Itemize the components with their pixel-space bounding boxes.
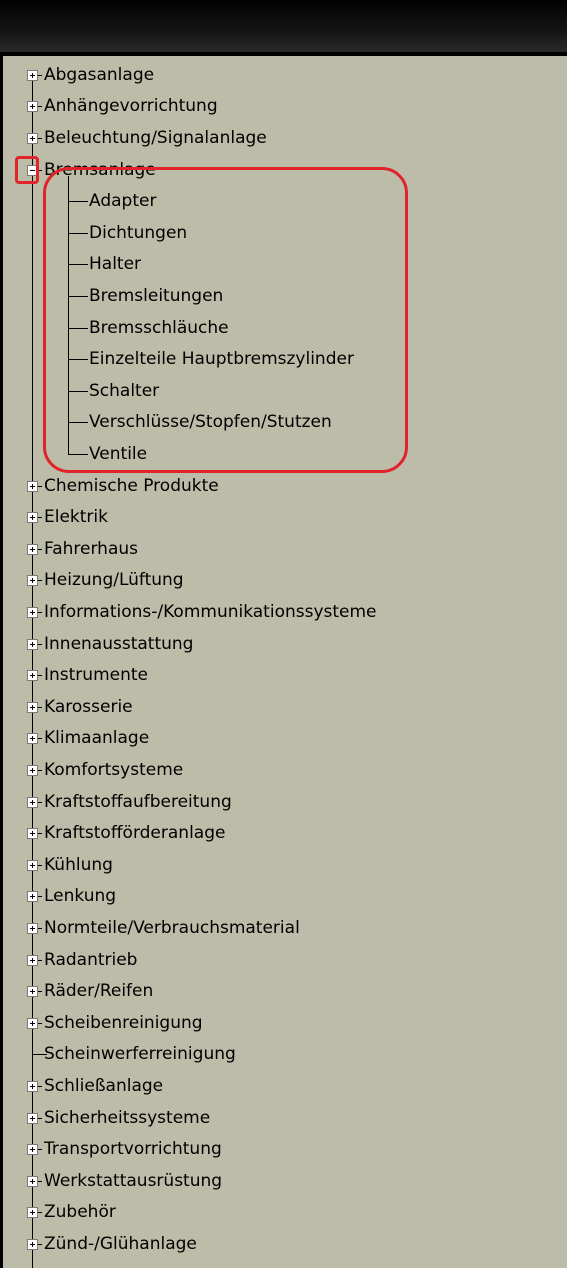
- tree-item-label: Instrumente: [44, 665, 148, 686]
- expand-plus-icon[interactable]: [27, 764, 38, 776]
- tree-item-lenkung[interactable]: Lenkung: [0, 881, 560, 913]
- tree-item-label: Schließanlage: [44, 1075, 164, 1096]
- tree-item-scheibenreinigung[interactable]: Scheibenreinigung: [0, 1007, 560, 1039]
- tree-item-instrumente[interactable]: Instrumente: [0, 659, 560, 691]
- expand-plus-icon[interactable]: [27, 891, 38, 903]
- tree-item-werkstattausrüstung[interactable]: Werkstattausrüstung: [0, 1165, 560, 1197]
- tree-item-label: Heizung/Lüftung: [44, 570, 184, 591]
- tree-item-label: Kühlung: [44, 854, 113, 875]
- expand-plus-icon[interactable]: [27, 69, 38, 81]
- tree-item-label: Innenausstattung: [44, 633, 194, 654]
- tree-item-komfortsysteme[interactable]: Komfortsysteme: [0, 754, 560, 786]
- tree-item-transportvorrichtung[interactable]: Transportvorrichtung: [0, 1133, 560, 1165]
- tree-item-label: Beleuchtung/Signalanlage: [44, 127, 267, 148]
- tree-item-label: Räder/Reifen: [44, 981, 154, 1002]
- tree-item-label: Scheibenreinigung: [44, 1012, 203, 1033]
- tree-item-label: Lenkung: [44, 886, 117, 907]
- tree-item-label: Abgasanlage: [44, 64, 155, 85]
- tree-item-chemische-produkte[interactable]: Chemische Produkte: [0, 470, 560, 502]
- tree-item-kühlung[interactable]: Kühlung: [0, 849, 560, 881]
- tree-item-informations-kommunikationssysteme[interactable]: Informations-/Kommunikationssysteme: [0, 596, 560, 628]
- tree-item-fahrerhaus[interactable]: Fahrerhaus: [0, 533, 560, 565]
- tree-pane: Abgasanlage Anhängevorrichtung Beleuchtung…: [0, 52, 567, 1268]
- tree-item-räder-reifen[interactable]: Räder/Reifen: [0, 975, 560, 1007]
- expand-plus-icon[interactable]: [27, 828, 38, 840]
- tree-item-label: Transportvorrichtung: [44, 1139, 222, 1160]
- expand-plus-icon[interactable]: [27, 1112, 38, 1124]
- tree-item-innenausstattung[interactable]: Innenausstattung: [0, 628, 560, 660]
- tree-window: Abgasanlage Anhängevorrichtung Beleuchtung…: [0, 0, 567, 1268]
- expand-plus-icon[interactable]: [27, 670, 38, 682]
- expand-plus-icon[interactable]: [27, 132, 38, 144]
- tree-item-klimaanlage[interactable]: Klimaanlage: [0, 723, 560, 755]
- tree-item-schließanlage[interactable]: Schließanlage: [0, 1070, 560, 1102]
- tree-item-normteile-verbrauchsmaterial[interactable]: Normteile/Verbrauchsmaterial: [0, 912, 560, 944]
- tree-item-heizung-lüftung[interactable]: Heizung/Lüftung: [0, 565, 560, 597]
- tree-item-label: Scheinwerferreinigung: [44, 1044, 236, 1065]
- expand-plus-icon[interactable]: [27, 733, 38, 745]
- expand-plus-icon[interactable]: [27, 1207, 38, 1219]
- tree-item-kraftstoffaufbereitung[interactable]: Kraftstoffaufbereitung: [0, 786, 560, 818]
- expand-plus-icon[interactable]: [27, 922, 38, 934]
- tree-item-label: Radantrieb: [44, 949, 138, 970]
- tree-item-label: Elektrik: [44, 507, 108, 528]
- tree-item-zünd-glühanlage[interactable]: Zünd-/Glühanlage: [0, 1228, 560, 1260]
- tree-item-label: Zünd-/Glühanlage: [44, 1233, 197, 1254]
- expand-plus-icon[interactable]: [27, 512, 38, 524]
- expand-plus-icon[interactable]: [27, 606, 38, 618]
- tree-item-abgasanlage[interactable]: Abgasanlage: [0, 59, 560, 91]
- expand-plus-icon[interactable]: [27, 859, 38, 871]
- tree-item-label: Kraftstofförderanlage: [44, 823, 226, 844]
- expand-plus-icon[interactable]: [27, 1238, 38, 1250]
- tree-item-radantrieb[interactable]: Radantrieb: [0, 944, 560, 976]
- expand-plus-icon[interactable]: [27, 1144, 38, 1156]
- expand-plus-icon[interactable]: [27, 575, 38, 587]
- tree-item-label: Informations-/Kommunikationssysteme: [44, 601, 377, 622]
- tree-item-elektrik[interactable]: Elektrik: [0, 501, 560, 533]
- expand-plus-icon[interactable]: [27, 954, 38, 966]
- tree-item-label: Zubehör: [44, 1202, 116, 1223]
- title-bar: [0, 0, 567, 52]
- expand-plus-icon[interactable]: [27, 101, 38, 113]
- tree-item-zubehör[interactable]: Zubehör: [0, 1197, 560, 1229]
- tree-item-karosserie[interactable]: Karosserie: [0, 691, 560, 723]
- tree-item-label: Fahrerhaus: [44, 538, 138, 559]
- tree-item-label: Kraftstoffaufbereitung: [44, 791, 232, 812]
- tree-item-label: Chemische Produkte: [44, 475, 219, 496]
- expand-plus-icon[interactable]: [27, 796, 38, 808]
- expand-plus-icon[interactable]: [27, 638, 38, 650]
- expander-highlight-box: [15, 156, 39, 184]
- expand-plus-icon[interactable]: [27, 480, 38, 492]
- expand-plus-icon[interactable]: [27, 1175, 38, 1187]
- expand-plus-icon[interactable]: [27, 1017, 38, 1029]
- tree-item-label: Klimaanlage: [44, 728, 150, 749]
- children-highlight-box: [43, 167, 408, 473]
- tree-item-anhängevorrichtung[interactable]: Anhängevorrichtung: [0, 91, 560, 123]
- tree-item-scheinwerferreinigung[interactable]: Scheinwerferreinigung: [0, 1039, 560, 1071]
- tree-item-label: Karosserie: [44, 696, 133, 717]
- tree-item-sicherheitssysteme[interactable]: Sicherheitssysteme: [0, 1102, 560, 1134]
- tree-item-label: Anhängevorrichtung: [44, 96, 218, 117]
- tree-item-label: Sicherheitssysteme: [44, 1107, 211, 1128]
- tree-item-label: Normteile/Verbrauchsmaterial: [44, 917, 300, 938]
- tree-item-beleuchtung-signalanlage[interactable]: Beleuchtung/Signalanlage: [0, 122, 560, 154]
- tree-item-kraftstofförderanlage[interactable]: Kraftstofförderanlage: [0, 817, 560, 849]
- expand-plus-icon[interactable]: [27, 543, 38, 555]
- expand-plus-icon[interactable]: [27, 986, 38, 998]
- expand-plus-icon[interactable]: [27, 1080, 38, 1092]
- expand-plus-icon[interactable]: [27, 701, 38, 713]
- tree-item-label: Werkstattausrüstung: [44, 1170, 223, 1191]
- tree-item-label: Komfortsysteme: [44, 759, 184, 780]
